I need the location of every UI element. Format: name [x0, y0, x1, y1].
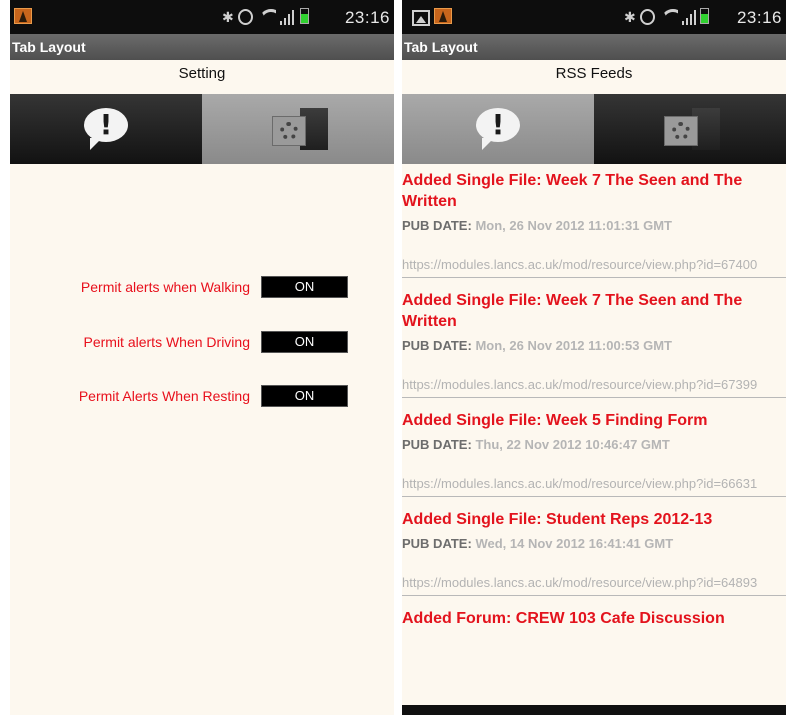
signal-icon: [682, 9, 696, 25]
feed-item-pubdate: PUB DATE: Wed, 14 Nov 2012 16:41:41 GMT: [402, 533, 786, 555]
setting-row-driving: Permit alerts When Driving ON: [10, 331, 394, 353]
pub-date-value: Mon, 26 Nov 2012 11:00:53 GMT: [475, 338, 672, 353]
status-time: 23:16: [736, 8, 782, 27]
status-time: 23:16: [344, 8, 390, 27]
resting-alert-toggle[interactable]: ON: [261, 385, 348, 407]
feed-item-link[interactable]: https://modules.lancs.ac.uk/mod/resource…: [402, 573, 786, 592]
signal-icon: [280, 9, 294, 25]
feed-item[interactable]: Added Single File: Week 7 The Seen and T…: [402, 164, 786, 278]
feed-item-pubdate: PUB DATE: Thu, 22 Nov 2012 10:46:47 GMT: [402, 434, 786, 456]
status-bar: ✱ 23:16: [10, 0, 394, 34]
settings-folder-icon: [268, 108, 328, 150]
feed-item-link[interactable]: https://modules.lancs.ac.uk/mod/resource…: [402, 375, 786, 394]
feed-item-title[interactable]: Added Single File: Week 7 The Seen and T…: [402, 284, 786, 332]
settings-folder-icon: [660, 108, 720, 150]
battery-icon: [300, 8, 309, 24]
tab-bar: [402, 94, 786, 164]
screen-title: RSS Feeds: [402, 60, 786, 92]
driving-alert-toggle[interactable]: ON: [261, 331, 348, 353]
settings-screen: ✱ 23:16 Tab Layout Setting Permit alerts…: [10, 0, 394, 715]
warning-app-icon: [434, 8, 452, 24]
feed-item-title[interactable]: Added Single File: Week 7 The Seen and T…: [402, 164, 786, 212]
setting-row-resting: Permit Alerts When Resting ON: [10, 385, 394, 407]
feed-item-link[interactable]: https://modules.lancs.ac.uk/mod/resource…: [402, 255, 786, 274]
tab-settings[interactable]: [594, 94, 786, 164]
pub-date-value: Mon, 26 Nov 2012 11:01:31 GMT: [475, 218, 672, 233]
feed-item-pubdate: PUB DATE: Mon, 26 Nov 2012 11:01:31 GMT: [402, 215, 786, 237]
alert-bubble-icon: [476, 108, 520, 150]
setting-label: Permit alerts When Driving: [83, 334, 251, 350]
app-title: Tab Layout: [402, 34, 786, 60]
rss-feeds-screen: ✱ 23:16 Tab Layout RSS Feeds Added Singl…: [402, 0, 786, 715]
pub-date-label: PUB DATE:: [402, 338, 472, 353]
app-title: Tab Layout: [10, 34, 394, 60]
feed-item[interactable]: Added Single File: Week 7 The Seen and T…: [402, 284, 786, 398]
feed-item-pubdate: PUB DATE: Mon, 26 Nov 2012 11:00:53 GMT: [402, 335, 786, 357]
wifi-icon: [260, 9, 276, 25]
wifi-icon: [662, 9, 678, 25]
setting-label: Permit alerts when Walking: [80, 279, 250, 295]
tab-bar: [10, 94, 394, 164]
screen-bottom-edge: [402, 705, 786, 715]
feed-item-title[interactable]: Added Single File: Week 5 Finding Form: [402, 404, 786, 431]
alarm-icon: [640, 9, 655, 25]
bluetooth-icon: ✱: [222, 9, 234, 25]
pub-date-label: PUB DATE:: [402, 536, 472, 551]
walking-alert-toggle[interactable]: ON: [261, 276, 348, 298]
setting-label: Permit Alerts When Resting: [78, 388, 250, 404]
feed-item-link[interactable]: https://modules.lancs.ac.uk/mod/resource…: [402, 474, 786, 493]
pub-date-label: PUB DATE:: [402, 218, 472, 233]
alarm-icon: [238, 9, 253, 25]
setting-row-walking: Permit alerts when Walking ON: [10, 276, 394, 298]
feed-item[interactable]: Added Forum: CREW 103 Cafe Discussion: [402, 602, 786, 632]
warning-app-icon: [14, 8, 32, 24]
alert-bubble-icon: [84, 108, 128, 150]
screen-title: Setting: [10, 60, 394, 92]
rss-feed-list: Added Single File: Week 7 The Seen and T…: [402, 164, 786, 715]
bluetooth-icon: ✱: [624, 9, 636, 25]
tab-alerts[interactable]: [10, 94, 202, 164]
tab-settings[interactable]: [202, 94, 394, 164]
feed-item[interactable]: Added Single File: Week 5 Finding Form P…: [402, 404, 786, 497]
pub-date-value: Thu, 22 Nov 2012 10:46:47 GMT: [475, 437, 670, 452]
pub-date-value: Wed, 14 Nov 2012 16:41:41 GMT: [475, 536, 674, 551]
pub-date-label: PUB DATE:: [402, 437, 472, 452]
picture-icon: [412, 10, 430, 26]
tab-alerts[interactable]: [402, 94, 594, 164]
feed-item-title[interactable]: Added Forum: CREW 103 Cafe Discussion: [402, 602, 786, 629]
feed-item-title[interactable]: Added Single File: Student Reps 2012-13: [402, 503, 786, 530]
status-bar: ✱ 23:16: [402, 0, 786, 34]
battery-icon: [700, 8, 709, 24]
feed-item[interactable]: Added Single File: Student Reps 2012-13 …: [402, 503, 786, 596]
